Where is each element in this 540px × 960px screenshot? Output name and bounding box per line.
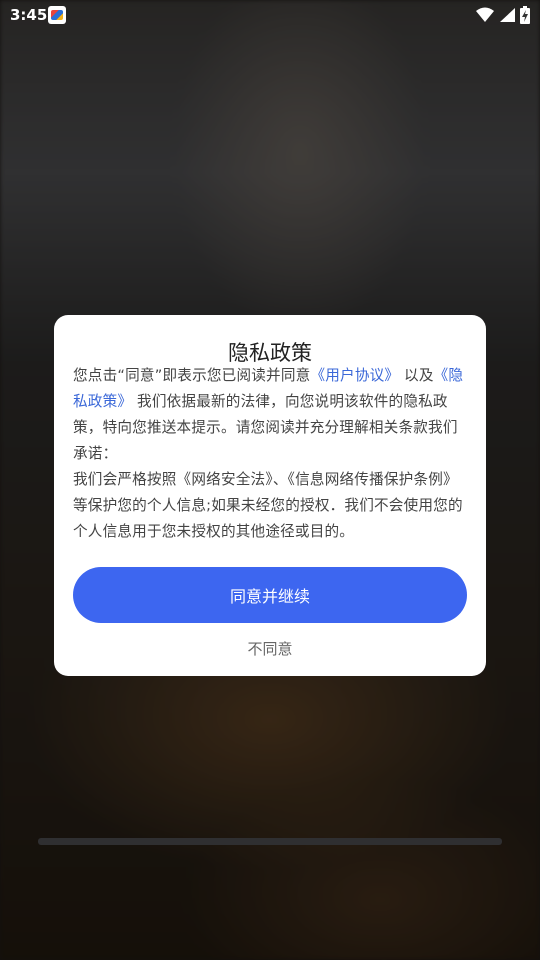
- and-text: 以及: [404, 367, 434, 384]
- battery-charging-icon: [520, 6, 530, 24]
- cellular-signal-icon: [500, 8, 515, 22]
- wifi-icon: [476, 7, 494, 22]
- app-notification-icon: [48, 6, 66, 24]
- privacy-dialog: 隐私政策 您点击“同意”即表示您已阅读并同意《用户协议》 以及《隐私政策》 我们…: [54, 315, 486, 676]
- user-agreement-link[interactable]: 《用户协议》: [310, 367, 399, 384]
- status-bar: 3:45: [0, 0, 540, 32]
- intro-text: 您点击“同意”即表示您已阅读并同意: [73, 367, 311, 384]
- status-time: 3:45: [10, 6, 48, 24]
- disagree-button[interactable]: 不同意: [54, 637, 486, 660]
- system-icons: [476, 6, 530, 24]
- agree-continue-button[interactable]: 同意并继续: [73, 567, 467, 623]
- dialog-body: 您点击“同意”即表示您已阅读并同意《用户协议》 以及《隐私政策》 我们依据最新的…: [73, 363, 467, 545]
- commitment-text: 我们会严格按照《网络安全法》、《信息网络传播保护条例》等保护您的个人信息;如果未…: [73, 471, 463, 540]
- navigation-gesture-bar[interactable]: [38, 838, 502, 845]
